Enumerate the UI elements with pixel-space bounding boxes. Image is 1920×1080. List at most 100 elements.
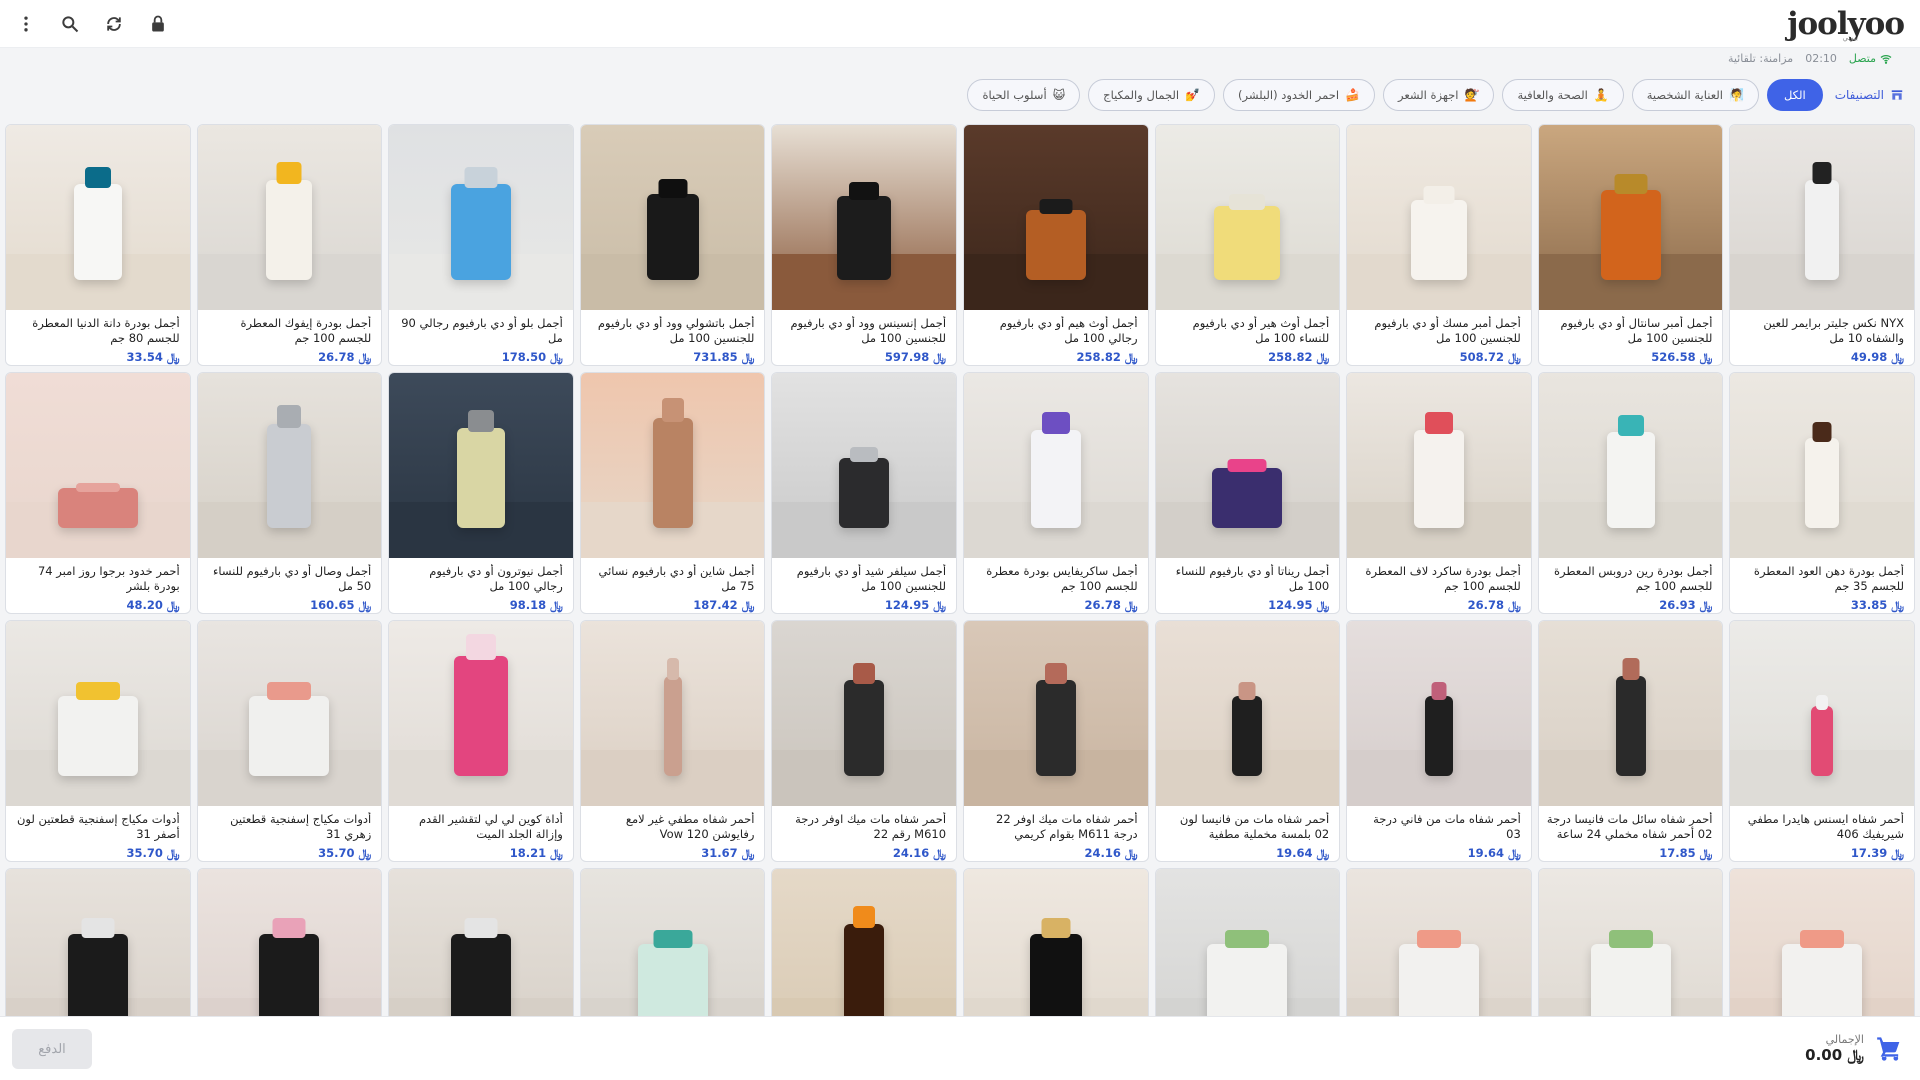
product-card[interactable]: أجمل ريناتا أو دي بارفيوم للنساء 100 مل ﷼… bbox=[1154, 372, 1341, 614]
product-name: أجمل أمبر مسك أو دي بارفيوم للجنسين 100 … bbox=[1374, 316, 1521, 345]
search-icon[interactable] bbox=[58, 12, 82, 36]
product-card[interactable]: أجمل بلو أو دي بارفيوم رجالي 90 مل ﷼ 178.… bbox=[388, 124, 574, 366]
product-card[interactable] bbox=[388, 868, 574, 1016]
cart-summary[interactable]: الإجمالي ﷼ 0.00 bbox=[1805, 1033, 1904, 1064]
product-card[interactable]: أجمل نيوترون أو دي بارفيوم رجالي 100 مل ﷼… bbox=[388, 372, 574, 614]
product-price: ﷼ 35.70 bbox=[14, 846, 180, 861]
product-card[interactable]: أجمل بودرة رين دروبس المعطرة للجسم 100 ج… bbox=[1537, 372, 1724, 614]
product-card[interactable] bbox=[579, 868, 766, 1016]
lock-icon[interactable] bbox=[146, 12, 170, 36]
product-info: أجمل سيلفر شيد أو دي بارفيوم للجنسين 100… bbox=[772, 558, 956, 613]
product-card[interactable]: أحمر شفاه مات ميك اوفر 22 درجة M611 بقوا… bbox=[963, 620, 1149, 862]
more-vert-icon[interactable] bbox=[14, 12, 38, 36]
product-card[interactable]: أحمر شفاه مطفي غير لامع رفايوشن Vow 120 ﷼… bbox=[579, 620, 766, 862]
product-price: ﷼ 18.21 bbox=[397, 846, 563, 861]
total-block: الإجمالي ﷼ 0.00 bbox=[1805, 1033, 1864, 1064]
product-card[interactable]: أجمل سيلفر شيد أو دي بارفيوم للجنسين 100… bbox=[771, 372, 958, 614]
product-card[interactable]: أجمل بودرة دانة الدنيا المعطرة للجسم 80 … bbox=[5, 124, 191, 366]
product-card[interactable] bbox=[1154, 868, 1341, 1016]
product-image bbox=[964, 373, 1148, 558]
product-card[interactable]: أجمل وصال أو دي بارفيوم للنساء 50 مل ﷼ 16… bbox=[196, 372, 383, 614]
currency-symbol: ﷼ bbox=[550, 350, 563, 364]
cart-icon[interactable] bbox=[1876, 1035, 1904, 1063]
product-name: أجمل سيلفر شيد أو دي بارفيوم للجنسين 100… bbox=[796, 564, 947, 593]
product-price: ﷼ 731.85 bbox=[589, 350, 754, 365]
category-emoji: 💇 bbox=[1464, 88, 1480, 102]
category-chip[interactable]: 😺 أسلوب الحياة bbox=[967, 79, 1081, 111]
product-card[interactable]: أجمل أمبر مسك أو دي بارفيوم للجنسين 100 … bbox=[1346, 124, 1532, 366]
product-card[interactable]: أدوات مكياج إسفنجية قطعتين زهري 31 ﷼ 35.7… bbox=[196, 620, 383, 862]
product-info: أجمل أوث هير أو دي بارفيوم للنساء 100 مل… bbox=[1156, 310, 1340, 365]
product-card[interactable]: أجمل بودرة إيفوك المعطرة للجسم 100 جم ﷼ 2… bbox=[196, 124, 383, 366]
category-chip[interactable]: 🍰 احمر الخدود (البلشر) bbox=[1223, 79, 1375, 111]
product-card[interactable] bbox=[1346, 868, 1532, 1016]
category-chip[interactable]: 🧖 العناية الشخصية bbox=[1631, 79, 1759, 111]
price-value: 19.64 bbox=[1276, 846, 1313, 860]
currency-symbol: ﷼ bbox=[741, 846, 755, 860]
product-card[interactable]: أحمر شفاه مات من فاني درجة 03 ﷼ 19.64 bbox=[1346, 620, 1532, 862]
product-card[interactable]: أحمر شفاه سائل مات فانيسا درجة 02 أحمر ش… bbox=[1537, 620, 1724, 862]
product-card[interactable] bbox=[1537, 868, 1724, 1016]
currency-symbol: ﷼ bbox=[1699, 598, 1713, 612]
product-card[interactable]: أجمل إنسينس وود أو دي بارفيوم للجنسين 10… bbox=[771, 124, 958, 366]
product-card[interactable] bbox=[5, 868, 191, 1016]
product-info: أجمل إنسينس وود أو دي بارفيوم للجنسين 10… bbox=[772, 310, 956, 365]
category-chip[interactable]: 💅 الجمال والمكياج bbox=[1088, 79, 1216, 111]
product-card[interactable]: أحمر شفاه ايسنس هايدرا مطفي شيريفيك 406 ﷼… bbox=[1729, 620, 1915, 862]
product-card[interactable] bbox=[196, 868, 383, 1016]
online-status: متصل bbox=[1849, 52, 1892, 65]
product-grid-scroll[interactable]: NYX نكس جليتر برايمر للعين والشفاه 10 مل… bbox=[5, 124, 1915, 1016]
categories-title[interactable]: التصنيفات bbox=[1835, 88, 1904, 102]
product-card[interactable]: أجمل أمبر سانتال أو دي بارفيوم للجنسين 1… bbox=[1537, 124, 1724, 366]
category-emoji: 💅 bbox=[1185, 88, 1201, 102]
product-card[interactable]: أجمل شاين أو دي بارفيوم نسائي 75 مل ﷼ 187… bbox=[579, 372, 766, 614]
product-card[interactable]: أحمر شفاه مات من فانيسا لون 02 بلمسة مخم… bbox=[1154, 620, 1341, 862]
product-info: أحمر شفاه مات من فانيسا لون 02 بلمسة مخم… bbox=[1156, 806, 1340, 861]
pay-button[interactable]: الدفع bbox=[12, 1029, 92, 1069]
product-card[interactable]: أحمر شفاه مات ميك اوفر درجة M610 رقم 22 ﷼… bbox=[771, 620, 958, 862]
product-price: ﷼ 258.82 bbox=[1164, 350, 1330, 365]
product-card[interactable]: أجمل أوث هيم أو دي بارفيوم رجالي 100 مل ﷼… bbox=[963, 124, 1149, 366]
product-image bbox=[1155, 621, 1340, 806]
product-card[interactable] bbox=[1729, 868, 1915, 1016]
currency-symbol: ﷼ bbox=[933, 598, 947, 612]
product-name: أدوات مكياج إسفنجية قطعتين زهري 31 bbox=[230, 812, 372, 841]
product-name: أجمل نيوترون أو دي بارفيوم رجالي 100 مل bbox=[429, 564, 563, 593]
product-image bbox=[1347, 373, 1531, 558]
product-card[interactable]: أدوات مكياج إسفنجية قطعتين لون أصفر 31 ﷼ … bbox=[5, 620, 191, 862]
product-card[interactable] bbox=[963, 868, 1149, 1016]
product-info: أدوات مكياج إسفنجية قطعتين زهري 31 ﷼ 35.7… bbox=[198, 806, 382, 861]
category-chip[interactable]: 💇 اجهزة الشعر bbox=[1383, 79, 1495, 111]
price-value: 24.16 bbox=[1084, 846, 1121, 860]
product-card[interactable] bbox=[771, 868, 958, 1016]
category-emoji: 🧖 bbox=[1728, 88, 1744, 102]
price-value: 35.70 bbox=[318, 846, 355, 860]
product-card[interactable]: أجمل باتشولي وود أو دي بارفيوم للجنسين 1… bbox=[579, 124, 766, 366]
product-card[interactable]: أجمل أوث هير أو دي بارفيوم للنساء 100 مل… bbox=[1154, 124, 1341, 366]
product-image bbox=[1538, 125, 1723, 310]
product-price: ﷼ 19.64 bbox=[1164, 846, 1329, 861]
category-chip[interactable]: 🧘 الصحة والعافية bbox=[1502, 79, 1624, 111]
product-card[interactable]: أجمل ساكريفايس بودرة معطرة للجسم 100 جم ﷼… bbox=[963, 372, 1149, 614]
product-card[interactable]: NYX نكس جليتر برايمر للعين والشفاه 10 مل… bbox=[1729, 124, 1915, 366]
price-value: 26.78 bbox=[1467, 598, 1505, 612]
product-name: أحمر شفاه مات من فانيسا لون 02 بلمسة مخم… bbox=[1179, 812, 1330, 841]
price-value: 98.18 bbox=[509, 598, 547, 612]
product-card[interactable]: أجمل بودرة ساكرد لاف المعطرة للجسم 100 ج… bbox=[1346, 372, 1532, 614]
currency-symbol: ﷼ bbox=[1891, 350, 1904, 364]
categories-title-label: التصنيفات bbox=[1834, 88, 1884, 102]
category-emoji: 😺 bbox=[1052, 88, 1066, 102]
product-image bbox=[197, 125, 382, 310]
category-chip[interactable]: الكل bbox=[1766, 79, 1823, 111]
currency-symbol: ﷼ bbox=[1316, 350, 1330, 364]
price-value: 26.78 bbox=[318, 350, 355, 364]
sync-icon[interactable] bbox=[102, 12, 126, 36]
product-image bbox=[1730, 869, 1914, 1016]
currency-symbol: ﷼ bbox=[358, 598, 372, 612]
product-card[interactable]: أداة كوين لي لي لتقشير القدم وإزالة الجل… bbox=[388, 620, 574, 862]
product-name: أجمل بودرة ساكرد لاف المعطرة للجسم 100 ج… bbox=[1365, 564, 1521, 593]
product-card[interactable]: أجمل بودرة دهن العود المعطرة للجسم 35 جم… bbox=[1729, 372, 1915, 614]
product-price: ﷼ 17.85 bbox=[1547, 846, 1712, 861]
product-name: أجمل بودرة رين دروبس المعطرة للجسم 100 ج… bbox=[1553, 564, 1713, 593]
product-card[interactable]: أحمر خدود برجوا روز امبر 74 بودرة بلشر ﷼ … bbox=[5, 372, 191, 614]
